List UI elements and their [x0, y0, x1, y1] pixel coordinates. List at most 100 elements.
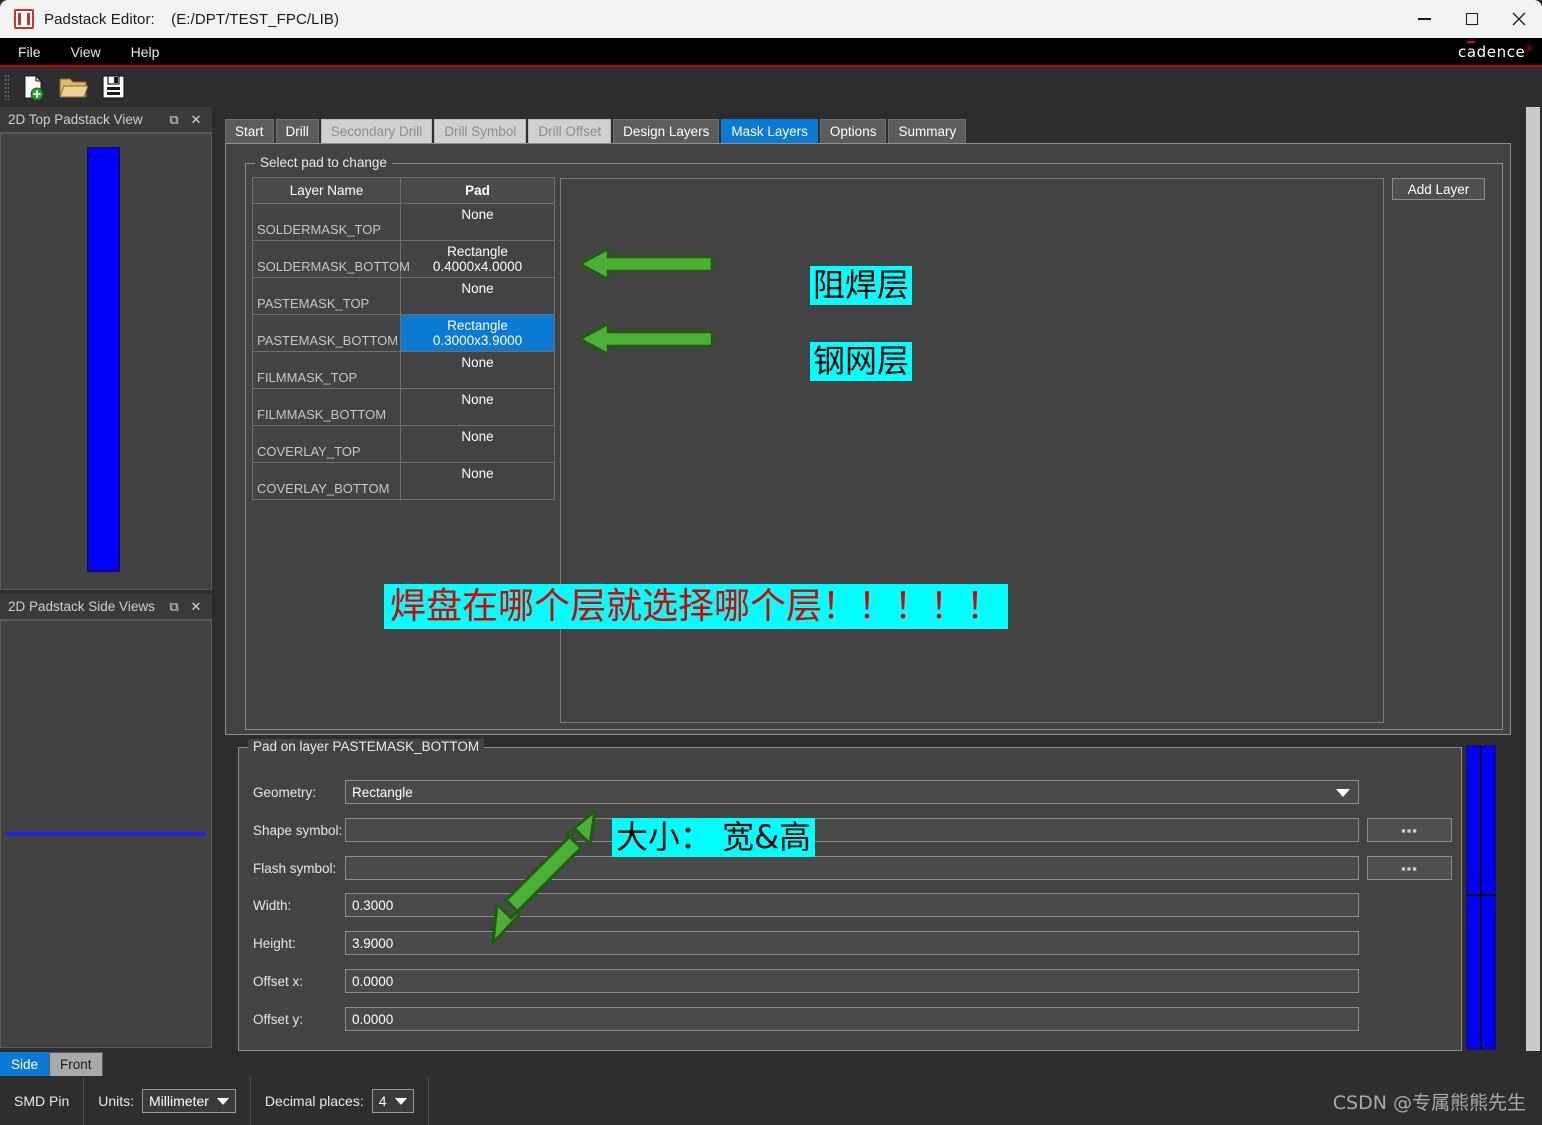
watermark-text: CSDN @专属熊熊先生: [1332, 1091, 1526, 1114]
flash-symbol-browse-button[interactable]: ▪▪▪: [1367, 856, 1452, 880]
chevron-down-icon: [216, 1098, 229, 1105]
open-file-button[interactable]: [53, 69, 93, 105]
cell-pad-value[interactable]: None: [400, 203, 555, 241]
menu-item-help[interactable]: Help: [119, 42, 172, 62]
cell-pad-value[interactable]: Rectangle 0.4000x4.0000: [400, 240, 555, 278]
tab-mask-layers[interactable]: Mask Layers: [721, 119, 818, 144]
cell-layer-name: PASTEMASK_TOP: [252, 277, 401, 315]
window-title-path: (E:/DPT/TEST_FPC/LIB): [171, 10, 340, 28]
window-title-text: Padstack Editor:: [44, 10, 155, 28]
tab-summary[interactable]: Summary: [888, 119, 967, 144]
top-padstack-view-header: 2D Top Padstack View ⧉ ✕: [0, 107, 212, 133]
padstack-editor-icon: [14, 9, 34, 29]
add-layer-button[interactable]: Add Layer: [1392, 178, 1485, 200]
maximize-button[interactable]: [1448, 0, 1495, 38]
top-view-close-icon[interactable]: ✕: [186, 110, 206, 130]
top-view-float-icon[interactable]: ⧉: [164, 110, 184, 130]
pin-type-label: SMD Pin: [14, 1093, 70, 1109]
minimize-button[interactable]: [1401, 0, 1448, 38]
table-row[interactable]: PASTEMASK_TOP None: [252, 277, 555, 315]
close-icon: [1512, 12, 1525, 26]
width-value: 0.3000: [352, 897, 394, 913]
soldermask-annotation-arrow: [578, 246, 714, 282]
cell-layer-name: SOLDERMASK_BOTTOM: [252, 240, 410, 278]
pin-type-status: SMD Pin: [0, 1077, 85, 1125]
flash-symbol-label: Flash symbol:: [253, 860, 337, 876]
menu-item-file[interactable]: File: [6, 42, 53, 62]
close-button[interactable]: [1495, 0, 1542, 38]
side-padstack-view-title: 2D Padstack Side Views: [8, 599, 155, 614]
tab-start[interactable]: Start: [225, 119, 274, 144]
side-view-float-icon[interactable]: ⧉: [164, 597, 184, 617]
table-row[interactable]: SOLDERMASK_TOP None: [252, 203, 555, 241]
units-value: Millimeter: [149, 1093, 209, 1109]
window-controls: [1401, 0, 1542, 38]
decimal-places-select[interactable]: 4: [371, 1089, 414, 1113]
cell-layer-name: SOLDERMASK_TOP: [252, 203, 401, 241]
height-label: Height:: [253, 935, 296, 951]
cell-pad-value[interactable]: None: [400, 462, 555, 500]
decimal-places-label: Decimal places:: [264, 1093, 364, 1109]
pad-on-layer-group-title: Pad on layer PASTEMASK_BOTTOM: [248, 739, 485, 754]
pad-layer-table[interactable]: Layer Name Pad SOLDERMASK_TOP None SOLDE…: [252, 177, 555, 500]
table-row[interactable]: COVERLAY_TOP None: [252, 425, 555, 463]
main-tab-strip: Start Drill Secondary Drill Drill Symbol…: [225, 119, 967, 144]
pad-side-preview-shape: [6, 832, 206, 836]
shape-symbol-browse-button[interactable]: ▪▪▪: [1367, 818, 1452, 842]
units-select[interactable]: Millimeter: [142, 1089, 236, 1113]
cell-pad-value[interactable]: None: [400, 351, 555, 389]
open-folder-icon: [59, 78, 88, 98]
table-row[interactable]: SOLDERMASK_BOTTOM Rectangle 0.4000x4.000…: [252, 240, 555, 278]
vertical-scrollbar[interactable]: [1526, 107, 1540, 1051]
column-header-pad: Pad: [400, 177, 555, 204]
geometry-select[interactable]: Rectangle: [345, 780, 1359, 804]
side-padstack-view-header: 2D Padstack Side Views ⧉ ✕: [0, 594, 212, 620]
chevron-down-icon: [1336, 789, 1350, 797]
cell-layer-name: COVERLAY_BOTTOM: [252, 462, 401, 500]
offset-y-input[interactable]: 0.0000: [345, 1007, 1359, 1031]
menu-bar: File View Help cadence®: [0, 38, 1542, 65]
cadence-logo-text: cadence: [1458, 42, 1526, 61]
new-file-icon: [24, 74, 44, 101]
width-label: Width:: [253, 897, 292, 913]
table-row[interactable]: COVERLAY_BOTTOM None: [252, 462, 555, 500]
cell-pad-value[interactable]: None: [400, 425, 555, 463]
tab-drill-offset: Drill Offset: [528, 119, 612, 144]
side-view-tab-side[interactable]: Side: [0, 1052, 50, 1076]
offset-x-input[interactable]: 0.0000: [345, 969, 1359, 993]
chevron-down-icon: [394, 1098, 407, 1105]
pad-top-preview-shape: [87, 147, 120, 572]
status-bar: SMD Pin Units: Millimeter Decimal places…: [0, 1077, 1542, 1125]
table-row[interactable]: FILMMASK_BOTTOM None: [252, 388, 555, 426]
cell-pad-value[interactable]: None: [400, 388, 555, 426]
side-padstack-view-canvas[interactable]: [0, 620, 212, 1048]
tab-design-layers[interactable]: Design Layers: [613, 119, 720, 144]
save-file-button[interactable]: [93, 69, 133, 105]
cell-pad-value[interactable]: Rectangle 0.3000x3.9000: [400, 314, 555, 352]
tab-secondary-drill: Secondary Drill: [320, 119, 433, 144]
table-row[interactable]: FILMMASK_TOP None: [252, 351, 555, 389]
menu-item-view[interactable]: View: [59, 42, 113, 62]
tab-drill[interactable]: Drill: [275, 119, 319, 144]
units-status: Units: Millimeter: [84, 1077, 251, 1125]
table-row-selected[interactable]: PASTEMASK_BOTTOM Rectangle 0.3000x3.9000: [252, 314, 555, 352]
cadence-logo: cadence®: [1458, 40, 1534, 61]
offset-y-label: Offset y:: [253, 1011, 304, 1027]
side-view-tab-strip: Side Front: [0, 1050, 212, 1076]
table-header-row: Layer Name Pad: [252, 177, 555, 204]
cell-layer-name: FILMMASK_BOTTOM: [252, 388, 401, 426]
shape-symbol-label: Shape symbol:: [253, 822, 343, 838]
geometry-label: Geometry:: [253, 784, 317, 800]
cell-layer-name: COVERLAY_TOP: [252, 425, 401, 463]
geometry-value: Rectangle: [352, 784, 413, 800]
cell-pad-value[interactable]: None: [400, 277, 555, 315]
top-padstack-view-canvas[interactable]: [0, 133, 212, 590]
side-view-tab-front[interactable]: Front: [49, 1052, 103, 1076]
side-view-close-icon[interactable]: ✕: [186, 597, 206, 617]
toolbar-grip[interactable]: [4, 74, 9, 100]
padstack-editor-window: Padstack Editor: (E:/DPT/TEST_FPC/LIB) F…: [0, 0, 1542, 1125]
cadence-logo-reg: ®: [1525, 43, 1534, 53]
tab-options[interactable]: Options: [819, 119, 887, 144]
size-annotation-arrow: [491, 809, 597, 945]
new-file-button[interactable]: [13, 69, 53, 105]
